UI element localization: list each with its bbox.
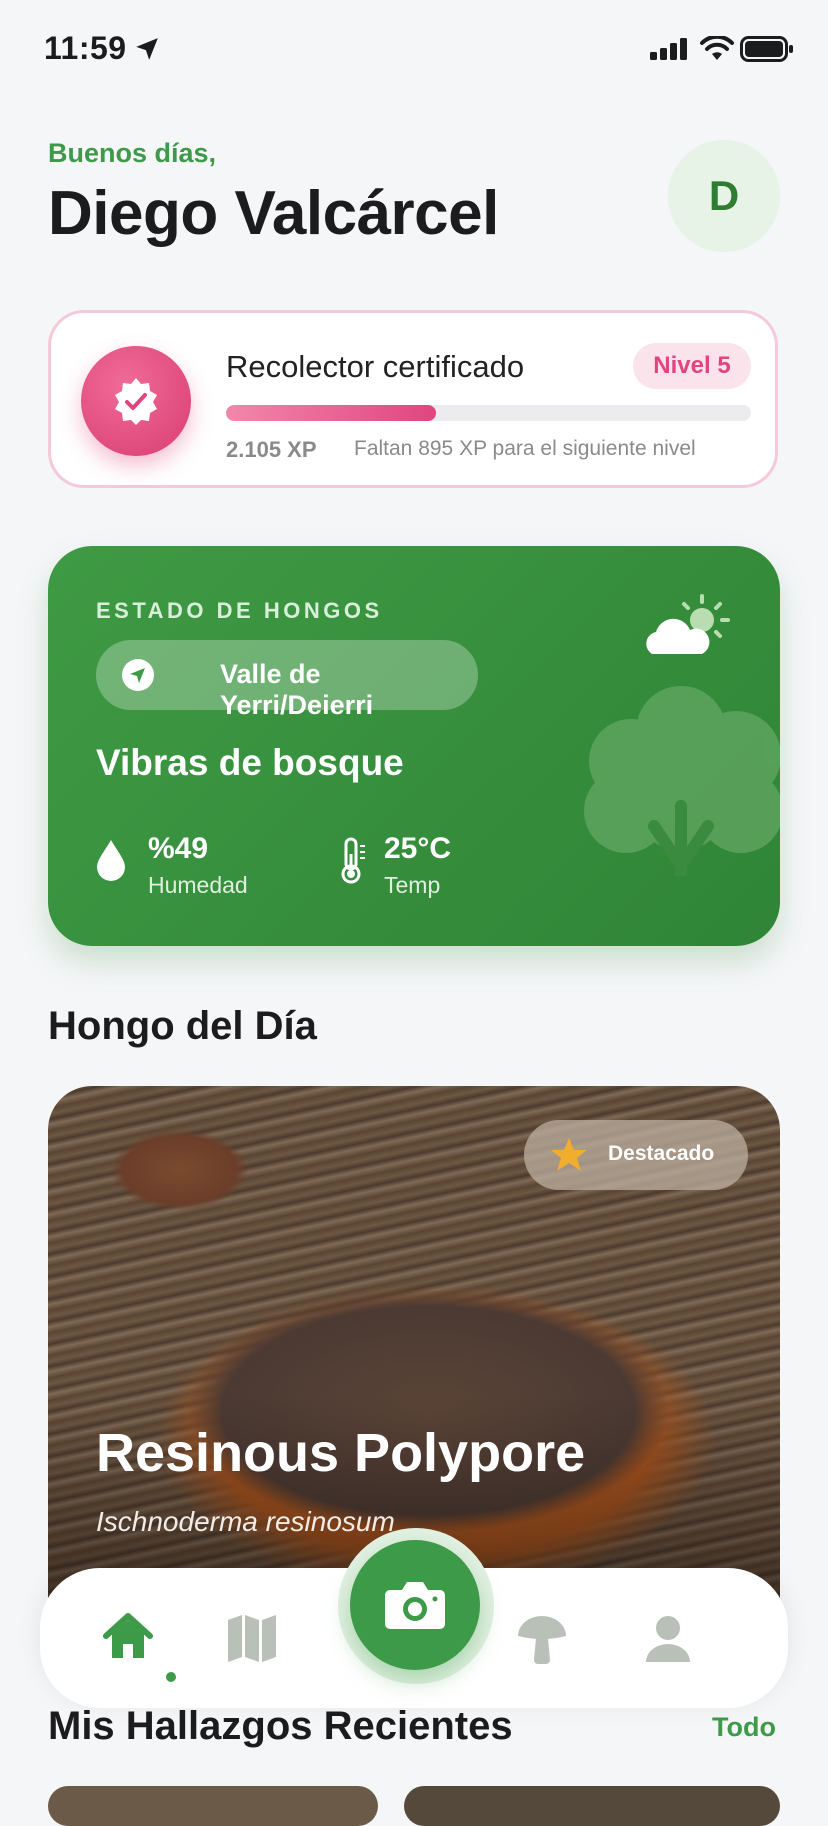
status-card-title: ESTADO DE HONGOS [96,598,383,623]
forest-vibe-text: Vibras de bosque [96,742,404,783]
xp-progress-fill [226,405,436,421]
mushroom-icon[interactable] [512,1608,572,1668]
avatar[interactable]: D [668,140,780,252]
partly-sunny-icon [646,594,730,654]
location-arrow-icon [136,38,158,60]
profile-icon[interactable] [638,1608,698,1668]
featured-mushroom-name: Resinous Polypore [96,1423,586,1483]
user-name: Diego Valcárcel [48,179,499,248]
humidity-label: Humedad [148,872,248,898]
battery-icon [740,36,793,62]
home-icon[interactable] [98,1608,158,1668]
temperature-label: Temp [384,872,441,898]
forest-tree-icon [584,686,780,876]
thermometer-icon [341,837,365,884]
location-pill[interactable]: Valle de Yerri/Deierri [96,640,478,720]
active-tab-indicator [166,1672,176,1682]
star-icon [551,1138,587,1171]
humidity-value: %49 [148,832,209,865]
camera-button[interactable] [350,1540,480,1670]
featured-scientific-name: Ischnoderma resinosum [96,1506,395,1537]
level-card[interactable]: Recolector certificado Nivel 5 2.105 XP … [48,310,778,488]
recent-find-thumbnail[interactable] [48,1786,378,1826]
cellular-signal-icon [650,38,687,60]
level-badge: Nivel 5 [633,343,751,389]
status-time: 11:59 [44,30,127,66]
wifi-icon [700,36,734,60]
verified-badge-icon [115,378,157,425]
map-icon[interactable] [222,1608,282,1668]
featured-badge-label: Destacado [608,1142,715,1165]
recent-find-thumbnail[interactable] [404,1786,780,1826]
featured-badge: Destacado [524,1120,748,1190]
mushroom-status-card[interactable]: ESTADO DE HONGOS Valle de Yerri/Deierri … [48,546,780,946]
see-all-link[interactable]: Todo [712,1712,776,1743]
recent-finds-title: Mis Hallazgos Recientes [48,1704,513,1748]
xp-value: 2.105 XP [226,437,317,462]
navigation-icon [122,659,154,691]
next-level-text: Faltan 895 XP para el siguiente nivel [354,437,696,460]
greeting-text: Buenos días, [48,138,217,168]
location-text: Valle de Yerri/Deierri [220,659,374,720]
level-title: Recolector certificado [226,349,525,384]
featured-section-title: Hongo del Día [48,1004,317,1048]
camera-icon [385,1582,445,1629]
temperature-value: 25°C [384,832,452,865]
certified-badge [81,346,191,456]
status-bar: 11:59 [0,0,828,100]
xp-progress-bar [226,405,751,421]
humidity-drop-icon [97,840,125,881]
